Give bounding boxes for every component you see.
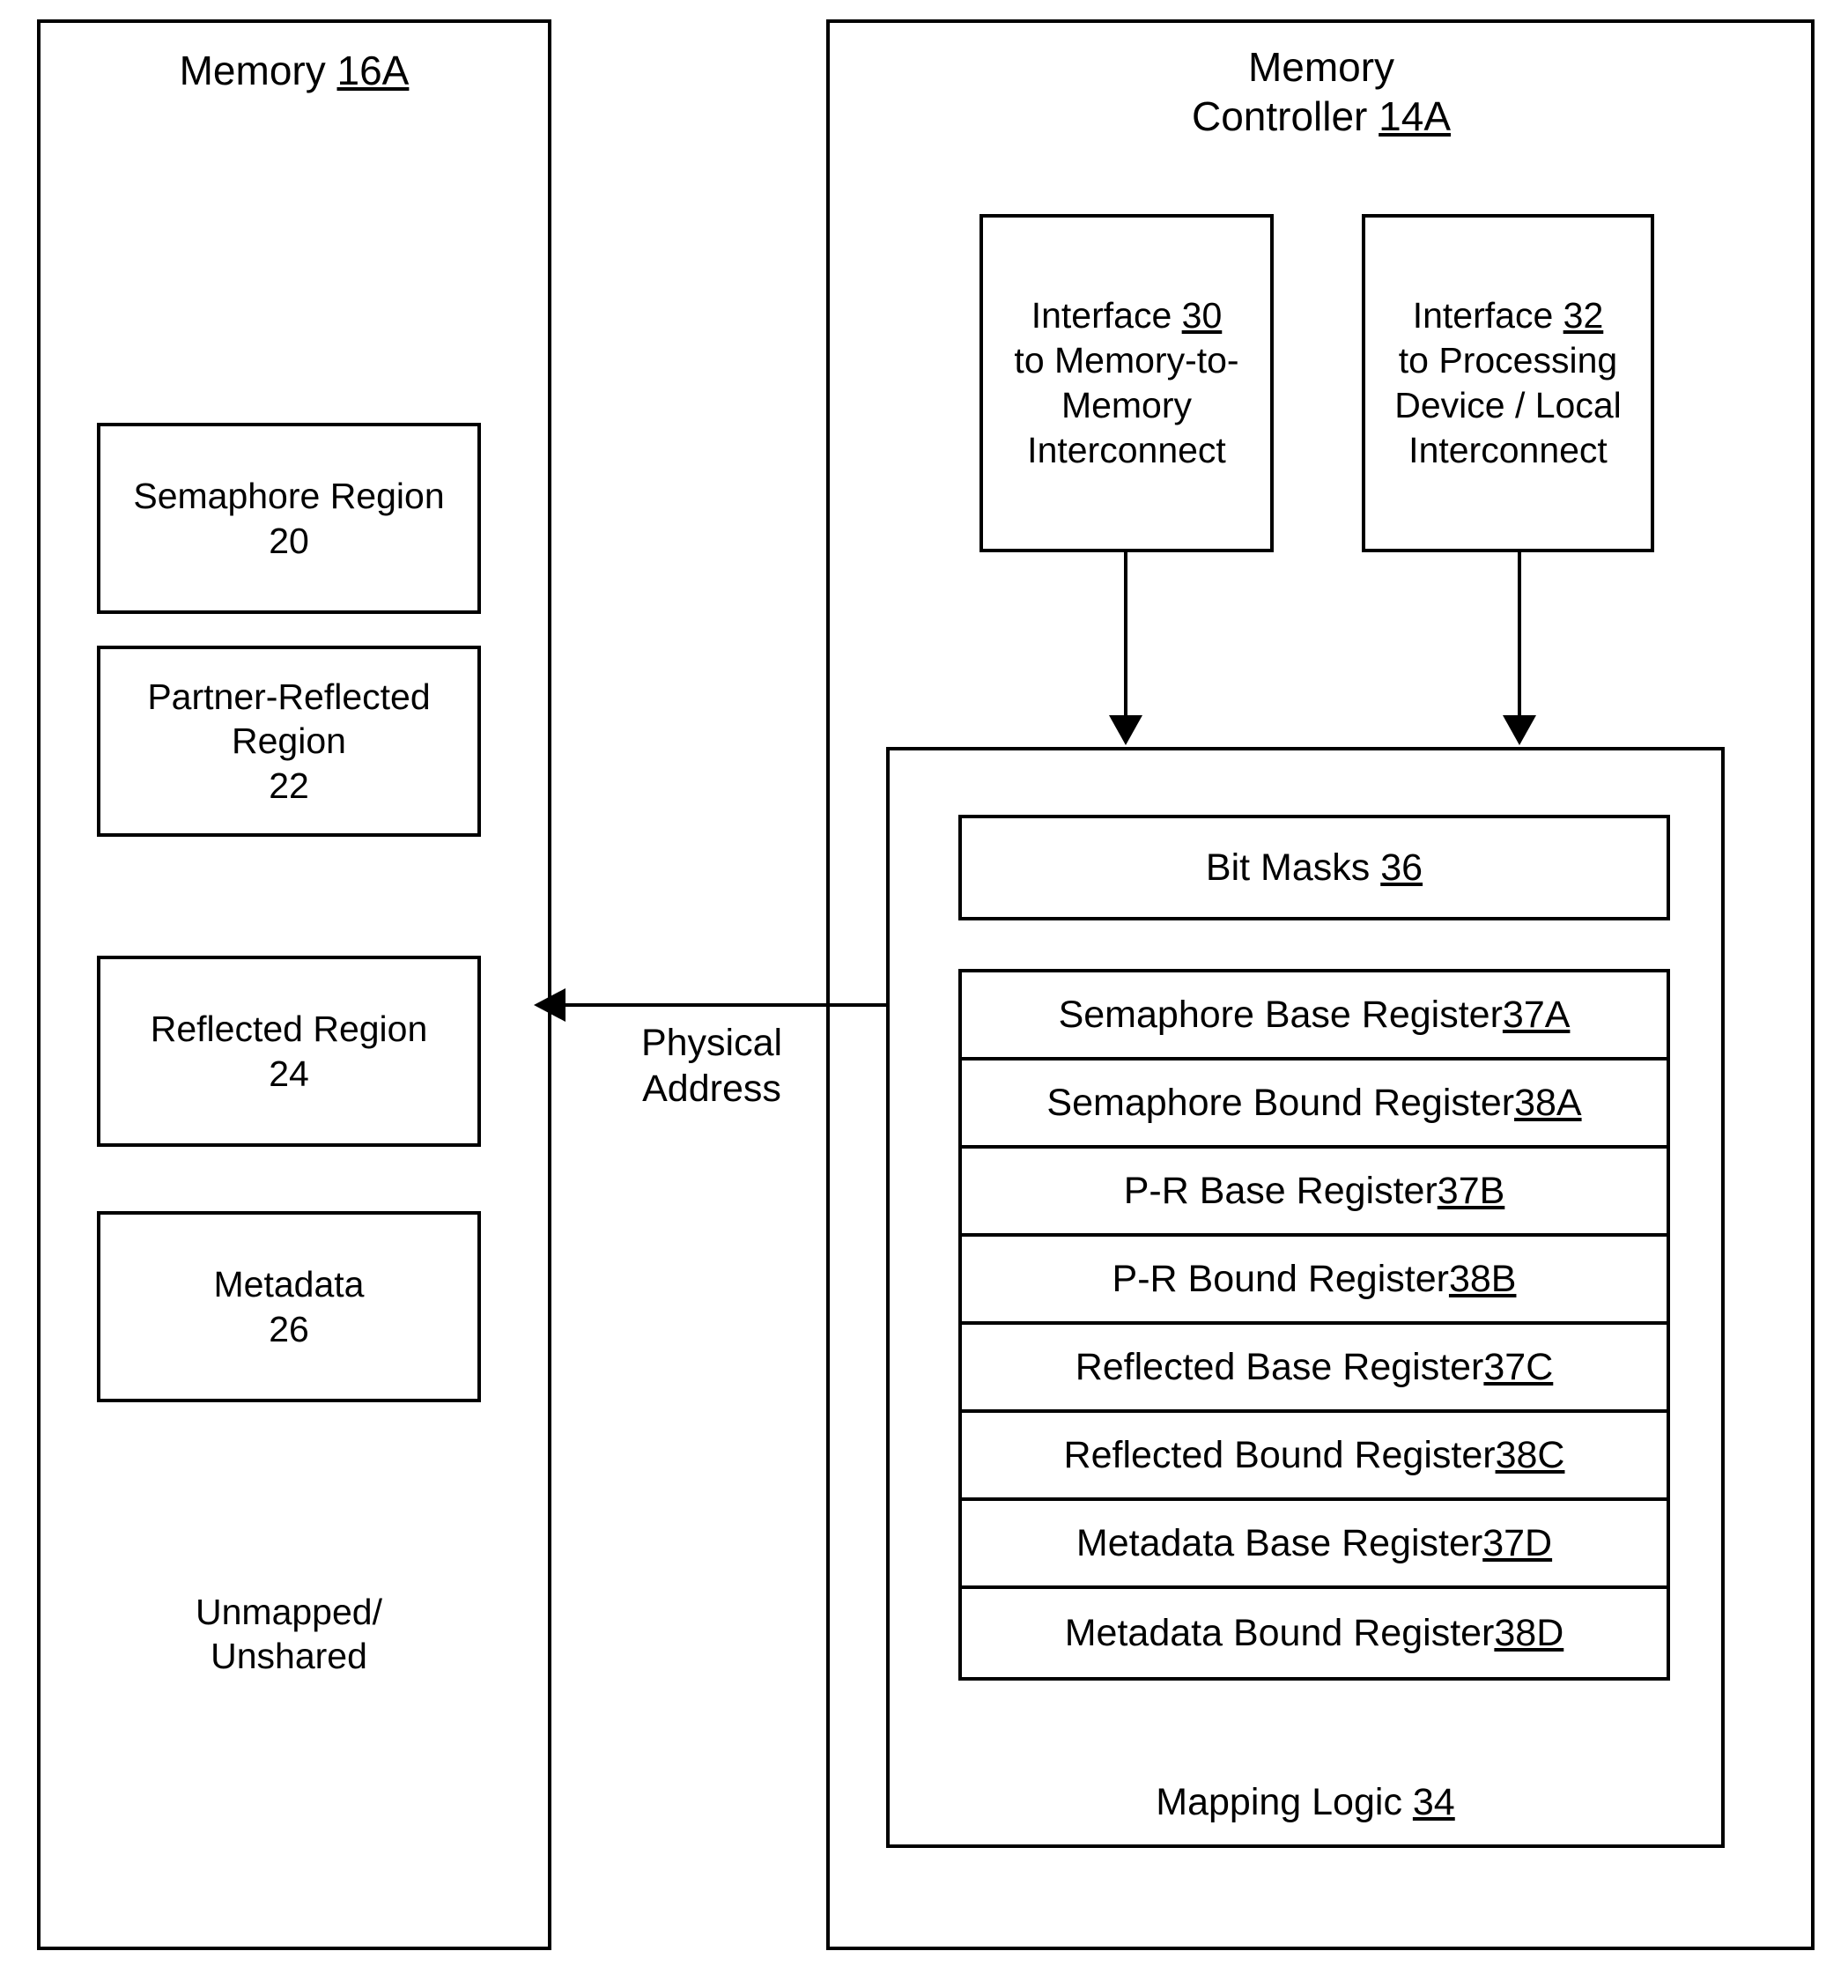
physical-address-label: Physical Address: [640, 1022, 783, 1111]
register-row-pr-bound: P-R Bound Register 38B: [962, 1237, 1667, 1325]
register-row-reflected-base-text: Reflected Base Register: [1075, 1345, 1484, 1388]
arrow-interface-30-to-mapping-logic-head: [1109, 715, 1142, 745]
memory-title-text: Memory: [179, 48, 337, 93]
mapping-logic-label-ref: 34: [1412, 1781, 1455, 1823]
register-row-semaphore-base-ref: 37A: [1502, 993, 1571, 1036]
register-row-semaphore-base-text: Semaphore Base Register: [1058, 993, 1503, 1036]
register-row-reflected-bound-text: Reflected Bound Register: [1063, 1433, 1496, 1476]
interface-30-block: Interface 30 to Memory-to- Memory Interc…: [979, 214, 1274, 552]
arrow-interface-32-to-mapping-logic-shaft: [1518, 552, 1521, 715]
register-row-reflected-bound-ref: 38C: [1495, 1433, 1565, 1476]
register-row-semaphore-bound: Semaphore Bound Register 38A: [962, 1061, 1667, 1149]
arrow-interface-30-to-mapping-logic-shaft: [1124, 552, 1127, 715]
register-row-reflected-bound: Reflected Bound Register 38C: [962, 1413, 1667, 1501]
register-row-metadata-bound: Metadata Bound Register 38D: [962, 1589, 1667, 1677]
interface-32-label: Interface 32 to Processing Device / Loca…: [1386, 293, 1630, 472]
mapping-logic-label-text: Mapping Logic: [1156, 1781, 1413, 1823]
patent-figure: Memory 16A Semaphore Region 20 Partner-R…: [0, 0, 1848, 1988]
register-row-metadata-base-ref: 37D: [1482, 1521, 1553, 1564]
memory-region-reflected: Reflected Region 24: [97, 956, 481, 1147]
register-row-metadata-bound-ref: 38D: [1494, 1611, 1564, 1654]
memory-region-metadata: Metadata 26: [97, 1211, 481, 1402]
memory-region-partner-reflected-label: Partner-Reflected Region 22: [147, 676, 431, 806]
register-row-metadata-base: Metadata Base Register 37D: [962, 1501, 1667, 1589]
register-row-pr-base: P-R Base Register 37B: [962, 1149, 1667, 1237]
memory-region-semaphore: Semaphore Region 20: [97, 423, 481, 614]
memory-unmapped-label: Unmapped/ Unshared: [196, 1592, 382, 1677]
interface-30-line2: to Memory-to- Memory Interconnect: [1014, 340, 1239, 470]
bit-masks-block: Bit Masks 36: [958, 815, 1670, 920]
memory-title-ref: 16A: [336, 48, 410, 93]
register-row-metadata-base-text: Metadata Base Register: [1076, 1521, 1483, 1564]
memory-controller-title-text: Memory Controller: [1191, 44, 1395, 140]
register-row-metadata-bound-text: Metadata Bound Register: [1064, 1611, 1495, 1654]
arrow-physical-address-shaft: [564, 1003, 890, 1007]
memory-controller-title: Memory Controller 14A: [1057, 42, 1586, 141]
interface-32-line2: to Processing Device / Local Interconnec…: [1394, 340, 1622, 470]
bit-masks-label: Bit Masks 36: [1206, 846, 1423, 890]
bit-masks-label-text: Bit Masks: [1205, 846, 1381, 889]
memory-region-metadata-label: Metadata 26: [213, 1264, 365, 1349]
register-list: Semaphore Base Register 37A Semaphore Bo…: [958, 969, 1670, 1681]
bit-masks-label-ref: 36: [1380, 846, 1423, 889]
memory-region-partner-reflected: Partner-Reflected Region 22: [97, 646, 481, 837]
interface-30-line1-ref: 30: [1181, 295, 1223, 336]
interface-32-line1-ref: 32: [1563, 295, 1604, 336]
arrow-physical-address-head: [534, 988, 565, 1022]
register-row-pr-bound-ref: 38B: [1448, 1257, 1517, 1300]
register-row-semaphore-base: Semaphore Base Register 37A: [962, 972, 1667, 1061]
arrow-interface-32-to-mapping-logic-head: [1503, 715, 1536, 745]
memory-region-reflected-label: Reflected Region 24: [150, 1009, 428, 1094]
register-row-semaphore-bound-ref: 38A: [1514, 1081, 1582, 1124]
register-row-reflected-base: Reflected Base Register 37C: [962, 1325, 1667, 1413]
register-row-semaphore-bound-text: Semaphore Bound Register: [1046, 1081, 1515, 1124]
interface-32-line1-text: Interface: [1412, 295, 1563, 336]
interface-30-label: Interface 30 to Memory-to- Memory Interc…: [1005, 293, 1247, 472]
register-row-pr-base-text: P-R Base Register: [1123, 1169, 1438, 1212]
memory-title: Memory 16A: [37, 46, 551, 95]
register-row-pr-bound-text: P-R Bound Register: [1112, 1257, 1449, 1300]
memory-region-semaphore-label: Semaphore Region 20: [133, 476, 445, 561]
mapping-logic-label: Mapping Logic 34: [886, 1779, 1725, 1825]
memory-controller-title-ref: 14A: [1379, 93, 1452, 140]
interface-32-block: Interface 32 to Processing Device / Loca…: [1362, 214, 1654, 552]
interface-30-line1-text: Interface: [1031, 295, 1182, 336]
register-row-pr-base-ref: 37B: [1437, 1169, 1505, 1212]
register-row-reflected-base-ref: 37C: [1483, 1345, 1554, 1388]
